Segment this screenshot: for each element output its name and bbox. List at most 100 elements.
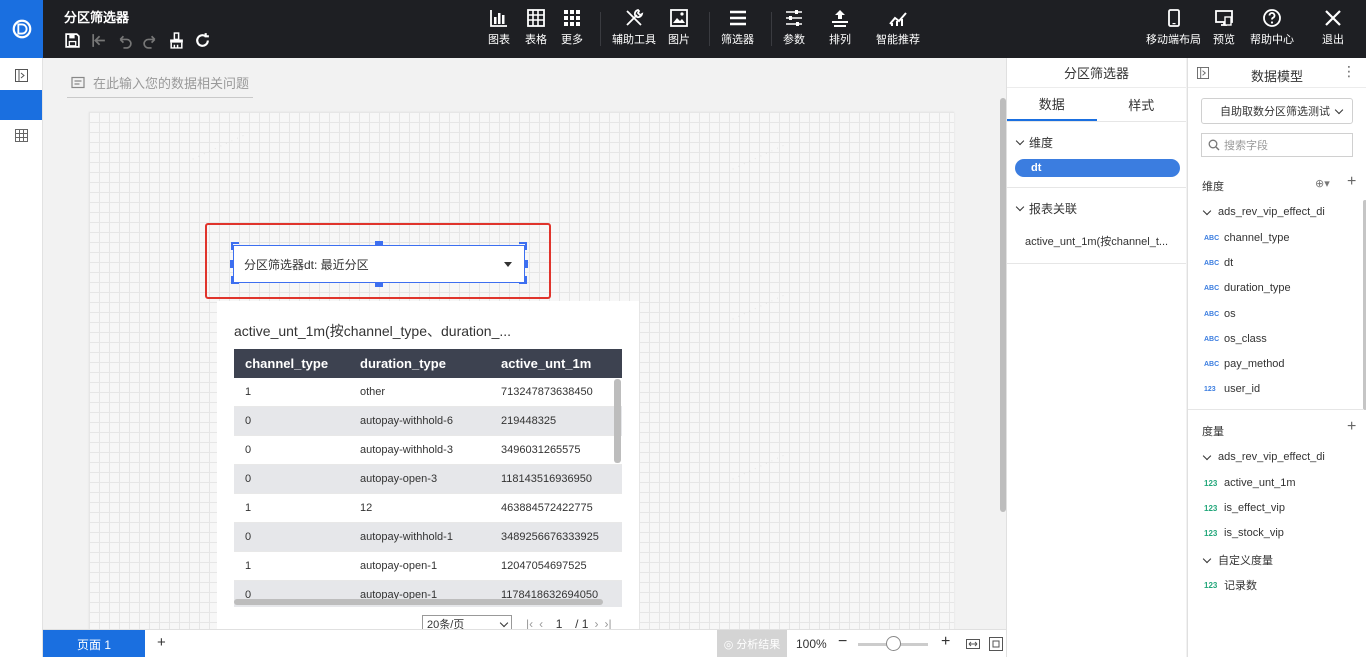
dimension-table-node[interactable]: ads_rev_vip_effect_di: [1202, 206, 1325, 218]
divider: [1007, 263, 1186, 264]
table-row[interactable]: 1 12 463884572422775: [234, 494, 622, 523]
field-os-class[interactable]: ABC os_class: [1204, 333, 1267, 345]
field-is-stock-vip[interactable]: 123 is_stock_vip: [1204, 527, 1284, 539]
table-cell: 0: [245, 473, 252, 485]
field-search-input[interactable]: 搜索字段: [1201, 133, 1353, 157]
add-dimension-icon[interactable]: +: [1347, 173, 1356, 191]
field-active-unt-1m[interactable]: 123 active_unt_1m: [1204, 477, 1296, 489]
first-page-icon[interactable]: |‹: [526, 617, 533, 629]
column-header[interactable]: active_unt_1m: [491, 356, 622, 371]
field-dt[interactable]: ABC dt: [1204, 257, 1233, 269]
next-page-icon[interactable]: ›: [594, 617, 598, 629]
table-cell: autopay-open-1: [360, 560, 438, 572]
add-page-button[interactable]: +: [157, 634, 166, 651]
zoom-slider-thumb[interactable]: [885, 636, 901, 651]
tool-chart[interactable]: 图表: [488, 8, 510, 47]
tool-sort[interactable]: 排列: [829, 8, 851, 47]
back-to-start-icon[interactable]: [88, 30, 108, 50]
resize-handle[interactable]: [230, 260, 234, 268]
last-page-icon[interactable]: ›|: [604, 617, 611, 629]
quick-actions: [62, 30, 212, 50]
partition-filter-dropdown[interactable]: 分区筛选器dt: 最近分区: [233, 245, 525, 283]
undo-icon[interactable]: [114, 30, 134, 50]
tool-preview[interactable]: 预览: [1213, 8, 1235, 47]
resize-handle[interactable]: [231, 242, 233, 250]
add-measure-icon[interactable]: +: [1347, 418, 1356, 436]
app-logo[interactable]: [0, 0, 43, 58]
resize-handle[interactable]: [525, 276, 527, 284]
rail-table-icon[interactable]: [0, 120, 42, 150]
fit-screen-icon[interactable]: [989, 637, 1003, 651]
resize-handle[interactable]: [231, 276, 233, 284]
field-user-id[interactable]: 123 user_id: [1204, 383, 1260, 395]
table-row[interactable]: 1 autopay-open-1 12047054697525: [234, 552, 622, 581]
field-pay-method[interactable]: ABC pay_method: [1204, 358, 1285, 370]
tool-params[interactable]: 参数: [783, 8, 805, 47]
zoom-out-button[interactable]: −: [838, 633, 847, 651]
resize-handle[interactable]: [375, 241, 383, 245]
fit-width-icon[interactable]: [966, 637, 980, 651]
report-link-section-header[interactable]: 报表关联: [1007, 200, 1186, 217]
tool-table[interactable]: 表格: [525, 8, 547, 47]
prev-page-icon[interactable]: ‹: [539, 617, 543, 629]
dimension-section-header[interactable]: 维度: [1007, 134, 1186, 151]
measure-table-node[interactable]: ads_rev_vip_effect_di: [1202, 451, 1325, 463]
field-name: channel_type: [1224, 232, 1290, 244]
table-widget[interactable]: active_unt_1m(按channel_type、duration_...…: [217, 301, 639, 629]
toolbar-divider: [600, 12, 601, 46]
string-type-icon: ABC: [1204, 360, 1220, 368]
tool-smart-recommend[interactable]: 智能推荐: [876, 8, 920, 47]
filter-settings-panel: 分区筛选器 数据 样式 维度 dt 报表关联 active_unt_1m(按ch…: [1006, 58, 1186, 657]
resize-handle[interactable]: [524, 260, 528, 268]
redo-icon[interactable]: [140, 30, 160, 50]
more-options-icon[interactable]: ⋮: [1342, 63, 1356, 80]
analysis-result-button[interactable]: ◎ 分析结果: [717, 630, 787, 657]
tool-help[interactable]: 帮助中心: [1250, 8, 1294, 47]
tool-image[interactable]: 图片: [668, 8, 690, 47]
search-icon: [1208, 139, 1220, 151]
current-page[interactable]: 1: [549, 617, 569, 629]
table-vertical-scrollbar[interactable]: [614, 379, 621, 463]
close-icon: [1325, 10, 1341, 26]
analysis-label: 分析结果: [736, 639, 781, 651]
tool-exit[interactable]: 退出: [1322, 8, 1344, 47]
dimension-field-pill[interactable]: dt: [1015, 159, 1180, 177]
tool-filter[interactable]: 筛选器: [721, 8, 754, 47]
table-row[interactable]: 1 other 713247873638450: [234, 378, 622, 407]
table-horizontal-scrollbar[interactable]: [234, 599, 603, 605]
tab-style[interactable]: 样式: [1097, 88, 1187, 121]
field-is-effect-vip[interactable]: 123 is_effect_vip: [1204, 502, 1285, 514]
table-row[interactable]: 0 autopay-withhold-3 3496031265575: [234, 436, 622, 465]
page-tab-1[interactable]: 页面 1: [43, 630, 145, 657]
resize-handle[interactable]: [525, 242, 527, 250]
save-icon[interactable]: [62, 30, 82, 50]
page-size-select[interactable]: 20条/页: [422, 615, 512, 629]
table-row[interactable]: 0 autopay-withhold-1 3489256676333925: [234, 523, 622, 552]
field-name: pay_method: [1224, 358, 1285, 370]
chevron-down-icon: [499, 618, 509, 627]
field-channel-type[interactable]: ABC channel_type: [1204, 232, 1289, 244]
zoom-in-button[interactable]: +: [941, 633, 950, 651]
table-cell: 463884572422775: [501, 502, 593, 514]
table-row[interactable]: 0 autopay-withhold-6 219448325: [234, 407, 622, 436]
globe-icon[interactable]: ⊕▾: [1315, 177, 1330, 190]
field-duration-type[interactable]: ABC duration_type: [1204, 282, 1291, 294]
resize-handle[interactable]: [375, 283, 383, 287]
refresh-icon[interactable]: [192, 30, 212, 50]
tab-data[interactable]: 数据: [1007, 88, 1097, 121]
report-link-item[interactable]: active_unt_1m(按channel_t...: [1025, 233, 1186, 249]
column-header[interactable]: channel_type: [234, 356, 350, 371]
rail-active-item[interactable]: [0, 90, 42, 120]
tool-mobile-layout[interactable]: 移动端布局: [1146, 8, 1201, 47]
field-record-count[interactable]: 123 记录数: [1204, 577, 1257, 593]
collapse-panel-icon[interactable]: [0, 60, 42, 90]
tool-aux[interactable]: 辅助工具: [612, 8, 656, 47]
table-row[interactable]: 0 autopay-open-3 118143516936950: [234, 465, 622, 494]
dataset-select[interactable]: 自助取数分区筛选测试: [1201, 98, 1353, 124]
custom-measure-node[interactable]: 自定义度量: [1202, 552, 1273, 568]
field-os[interactable]: ABC os: [1204, 308, 1236, 320]
column-header[interactable]: duration_type: [350, 356, 491, 371]
tool-more[interactable]: 更多: [561, 8, 583, 47]
clear-icon[interactable]: [166, 30, 186, 50]
question-input[interactable]: 在此输入您的数据相关问题: [67, 68, 253, 98]
